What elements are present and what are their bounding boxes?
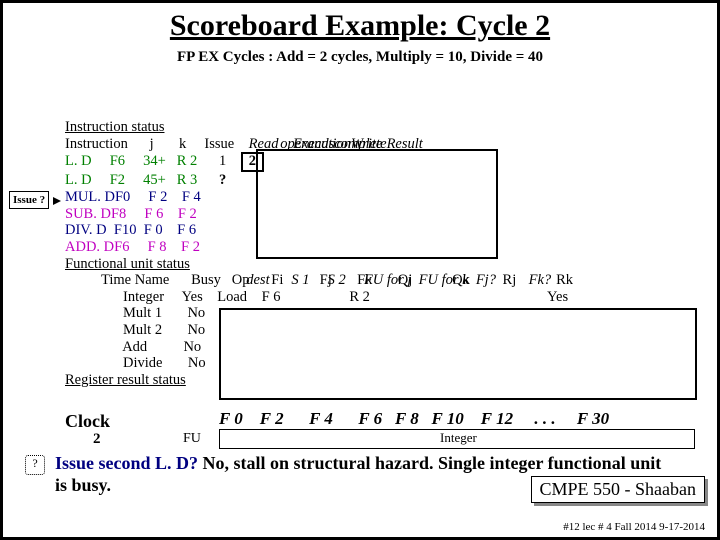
- fu-box: [219, 308, 697, 400]
- register-row: F 0 F 2 F 4 F 6 F 8 F 10 F 12 . . . F 30: [219, 409, 609, 429]
- arrow-icon: [53, 197, 61, 205]
- instr-box: [256, 149, 498, 259]
- fu-row-0: Integer Yes Load F 6 R 2 Yes: [65, 289, 573, 306]
- issue-question-label: Issue ?: [9, 191, 49, 209]
- question-icon: ?: [25, 455, 45, 475]
- fu-cols-2: Time Name Busy Op Fi Fj Fk Qj Qk Rj Rk: [65, 272, 573, 289]
- clock-value: 2: [93, 431, 101, 448]
- slide: Scoreboard Example: Cycle 2 FP EX Cycles…: [0, 0, 720, 540]
- course-badge: CMPE 550 - Shaaban: [531, 476, 706, 503]
- fu-label: FU: [183, 431, 201, 447]
- fu-register-box: Integer: [219, 429, 695, 449]
- footer-text: #12 lec # 4 Fall 2014 9-17-2014: [563, 521, 705, 533]
- bottom-a: Issue second L. D?: [55, 453, 198, 473]
- slide-title: Scoreboard Example: Cycle 2: [3, 9, 717, 43]
- fu-register-value: Integer: [440, 430, 477, 446]
- slide-subtitle: FP EX Cycles : Add = 2 cycles, Multiply …: [3, 49, 717, 66]
- clock-label: Clock: [65, 411, 110, 432]
- instruction-status-header: Instruction status: [65, 119, 573, 136]
